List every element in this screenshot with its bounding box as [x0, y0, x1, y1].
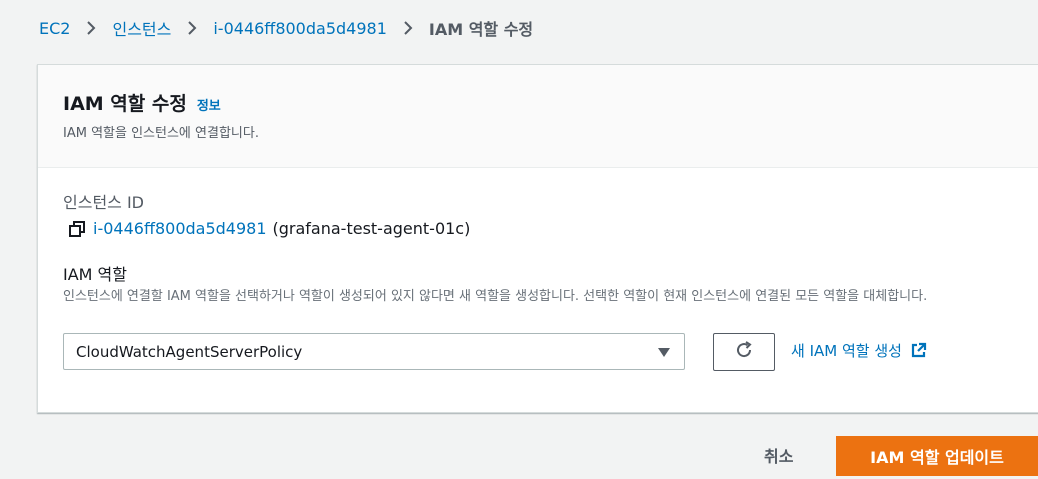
breadcrumb-instances[interactable]: 인스턴스 — [112, 16, 171, 40]
info-link[interactable]: 정보 — [197, 95, 221, 114]
iam-role-label: IAM 역할 — [63, 265, 127, 284]
external-link-icon — [910, 342, 927, 359]
page-title: IAM 역할 수정 — [63, 93, 187, 115]
breadcrumb-current: IAM 역할 수정 — [428, 20, 534, 39]
create-iam-role-link[interactable]: 새 IAM 역할 생성 — [791, 340, 927, 361]
caret-down-icon — [658, 348, 670, 357]
chevron-right-icon — [187, 20, 197, 36]
cancel-button[interactable]: 취소 — [750, 440, 807, 470]
panel-title-row: IAM 역할 수정 정보 — [63, 89, 221, 116]
chevron-right-icon — [403, 20, 413, 36]
breadcrumb-instance-id[interactable]: i-0446ff800da5d4981 — [213, 19, 387, 38]
instance-id-row: i-0446ff800da5d4981 (grafana-test-agent-… — [68, 219, 470, 238]
refresh-button[interactable] — [713, 333, 775, 371]
panel-header: IAM 역할 수정 정보 IAM 역할을 인스턴스에 연결합니다. — [38, 65, 1038, 168]
instance-name: (grafana-test-agent-01c) — [272, 219, 471, 238]
refresh-icon — [734, 340, 754, 364]
iam-role-selected-value: CloudWatchAgentServerPolicy — [76, 342, 303, 361]
instance-id-label: 인스턴스 ID — [63, 193, 145, 212]
breadcrumb-ec2[interactable]: EC2 — [39, 19, 70, 38]
modify-iam-role-panel: IAM 역할 수정 정보 IAM 역할을 인스턴스에 연결합니다. 인스턴스 I… — [37, 64, 1038, 413]
instance-id-link[interactable]: i-0446ff800da5d4981 — [93, 219, 267, 238]
panel-description: IAM 역할을 인스턴스에 연결합니다. — [63, 126, 259, 141]
iam-role-description: 인스턴스에 연결할 IAM 역할을 선택하거나 역할이 생성되어 있지 않다면 … — [63, 289, 928, 304]
create-iam-role-label: 새 IAM 역할 생성 — [791, 342, 902, 360]
breadcrumb: EC2 인스턴스 i-0446ff800da5d4981 IAM 역할 수정 — [39, 14, 533, 42]
copy-icon[interactable] — [68, 220, 86, 238]
update-iam-role-button[interactable]: IAM 역할 업데이트 — [836, 436, 1038, 476]
iam-role-select[interactable]: CloudWatchAgentServerPolicy — [63, 333, 685, 370]
chevron-right-icon — [86, 20, 96, 36]
